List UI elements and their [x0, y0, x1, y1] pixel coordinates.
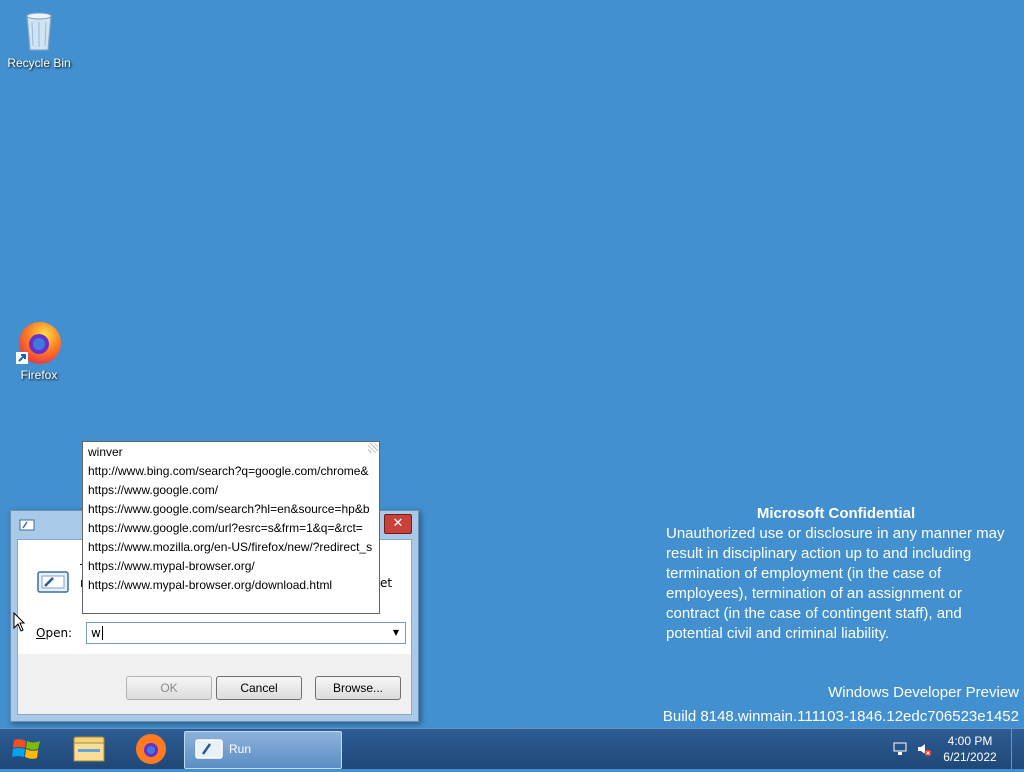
show-desktop-button[interactable]	[1011, 729, 1024, 769]
network-icon[interactable]	[892, 741, 908, 760]
taskbar: Run 4:00 PM 6/21/2022	[0, 728, 1024, 769]
desktop-icon-label: Recycle Bin	[7, 56, 71, 70]
run-app-icon	[36, 570, 70, 594]
clock[interactable]: 4:00 PM 6/21/2022	[940, 733, 1000, 765]
taskbar-run-label: Run	[229, 742, 252, 756]
resize-grip-icon[interactable]	[368, 443, 378, 453]
open-label: Open:	[36, 626, 72, 640]
autocomplete-item[interactable]: https://www.google.com/search?hl=en&sour…	[83, 500, 379, 519]
autocomplete-item[interactable]: http://www.bing.com/search?q=google.com/…	[83, 462, 379, 481]
firefox-icon	[15, 318, 63, 366]
confidential-body: Unauthorized use or disclosure in any ma…	[666, 525, 1005, 642]
autocomplete-item[interactable]: https://www.mypal-browser.org/download.h…	[83, 576, 379, 595]
autocomplete-item[interactable]: https://www.mypal-browser.org/	[83, 557, 379, 576]
open-input[interactable]: w	[91, 626, 101, 640]
start-button[interactable]	[0, 729, 54, 769]
description-text-right: et	[380, 576, 393, 590]
open-label-rest: pen:	[45, 626, 73, 640]
open-combobox[interactable]: w ▼	[86, 622, 406, 644]
taskbar-run-button[interactable]: Run	[184, 731, 342, 769]
build-watermark-build: Build 8148.winmain.111103-1846.12edc7065…	[662, 708, 1019, 725]
desktop-icon-label: Firefox	[20, 368, 58, 382]
windows-logo-icon	[12, 739, 40, 759]
run-icon	[19, 519, 35, 531]
autocomplete-item[interactable]: https://www.google.com/url?esrc=s&frm=1&…	[83, 519, 379, 538]
clock-date: 6/21/2022	[943, 750, 997, 764]
close-button[interactable]: ✕	[384, 514, 412, 534]
text-caret	[102, 626, 103, 640]
autocomplete-item[interactable]: winver	[83, 443, 379, 462]
desktop-icon-firefox[interactable]: Firefox	[1, 318, 77, 382]
browse-button[interactable]: Browse...	[315, 676, 401, 700]
volume-muted-icon[interactable]	[916, 741, 932, 760]
mouse-pointer-icon	[13, 611, 26, 632]
recycle-bin-icon	[15, 6, 63, 54]
confidential-title: Microsoft Confidential	[756, 505, 916, 522]
cancel-button[interactable]: Cancel	[216, 676, 302, 700]
run-icon	[195, 739, 223, 759]
confidential-notice: Microsoft Confidential Unauthorized use …	[666, 504, 1006, 644]
clock-time: 4:00 PM	[947, 734, 993, 748]
autocomplete-item[interactable]: https://www.mozilla.org/en-US/firefox/ne…	[83, 538, 379, 557]
ok-button[interactable]: OK	[126, 676, 212, 700]
chevron-down-icon[interactable]: ▼	[387, 623, 405, 643]
firefox-taskbar-icon[interactable]	[124, 729, 178, 769]
build-watermark-title: Windows Developer Preview	[828, 684, 1019, 701]
desktop-icon-recycle-bin[interactable]: Recycle Bin	[1, 6, 77, 70]
autocomplete-list: winver http://www.bing.com/search?q=goog…	[82, 441, 380, 614]
file-explorer-icon[interactable]	[62, 729, 116, 769]
autocomplete-item[interactable]: https://www.google.com/	[83, 481, 379, 500]
